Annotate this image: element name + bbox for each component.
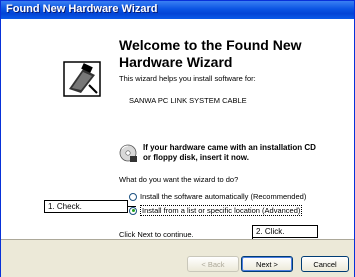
intro-text: This wizard helps you install software f… [119,74,256,83]
radio-automatic[interactable] [129,192,137,201]
cd-prompt: If your hardware came with an installati… [143,143,316,163]
option-install-automatically[interactable]: Install the software automatically (Reco… [129,192,306,201]
hardware-wizard-icon [63,61,101,97]
cancel-button[interactable]: Cancel [301,256,349,272]
cd-prompt-line1: If your hardware came with an installati… [143,143,316,152]
callout-check: 1. Check. [44,200,128,213]
question-text: What do you want the wizard to do? [119,175,239,184]
page-heading: Welcome to the Found New Hardware Wizard [119,37,302,70]
title-bar[interactable]: Found New Hardware Wizard [1,1,354,19]
next-button[interactable]: Next > [241,256,293,272]
back-button[interactable]: < Back [187,256,239,272]
option-install-from-list[interactable]: Install from a list or specific location… [129,205,303,216]
window-title: Found New Hardware Wizard [6,3,158,15]
main-panel: Welcome to the Found New Hardware Wizard… [119,19,354,239]
callout-check-pointer [128,206,136,207]
cd-icon [119,144,137,162]
radio-from-list[interactable] [129,206,137,215]
device-name: SANWA PC LINK SYSTEM CABLE [129,96,247,105]
wizard-window: Found New Hardware Wizard Welcome to the… [0,0,355,277]
cd-prompt-line2: or floppy disk, insert it now. [143,153,249,162]
option-from-list-label: Install from a list or specific location… [140,205,303,216]
continue-text: Click Next to continue. [119,230,194,239]
option-automatic-label: Install the software automatically (Reco… [140,192,307,201]
callout-click: 2. Click. [252,225,318,238]
